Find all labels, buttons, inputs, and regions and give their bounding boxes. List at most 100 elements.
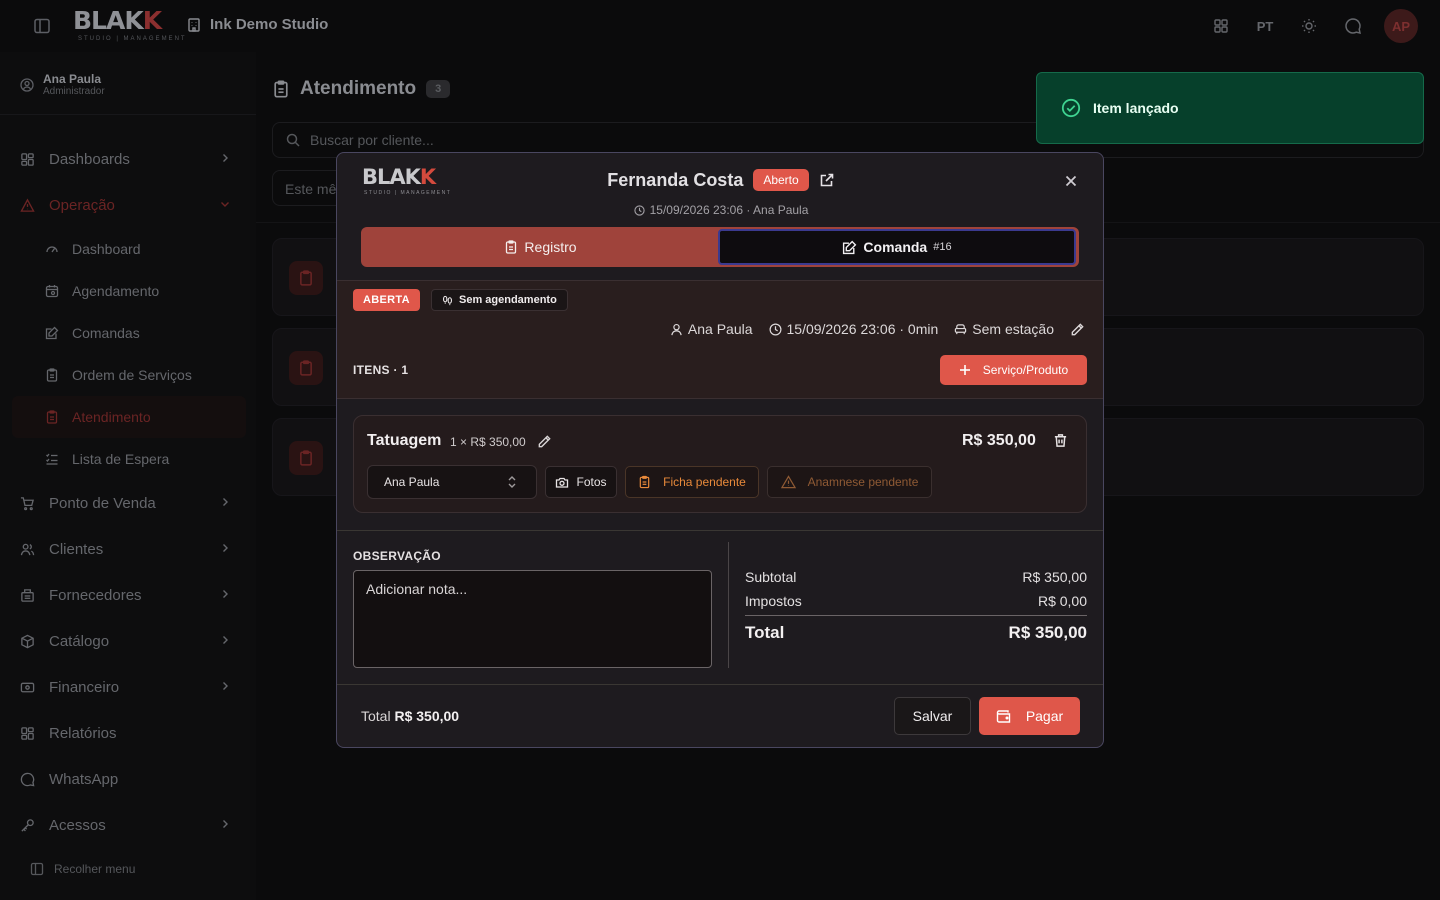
alert-triangle-icon [780,475,796,489]
building-icon [186,17,202,33]
chevron-right-icon [220,497,230,507]
clipboard-icon [272,80,290,98]
sidebar-item-whatsapp[interactable]: WhatsApp [0,756,256,802]
studio-selector[interactable]: Ink Demo Studio [186,16,328,33]
chevron-down-icon [220,199,230,209]
page-title-text: Atendimento [300,78,417,99]
chevron-right-icon [220,589,230,599]
item-name: Tatuagem [367,432,442,449]
divider [728,542,729,668]
ficha-pending-button[interactable]: Ficha pendente [625,466,759,498]
sidebar-subitem-comandas[interactable]: Comandas [0,312,256,354]
status-badge: Aberto [753,169,809,191]
sidebar-item-fornecedores[interactable]: Fornecedores [0,572,256,618]
tab-comanda[interactable]: Comanda #16 [718,229,1076,265]
subtotal-row: Subtotal R$ 350,00 [745,569,1087,585]
edit-note-icon [842,240,857,255]
apps-grid-icon[interactable] [1208,13,1234,39]
search-icon [286,133,300,147]
sidebar-subitem-dashboard[interactable]: Dashboard [0,228,256,270]
sidebar-subitem-label: Ordem de Serviços [72,367,192,383]
tab-registro[interactable]: Registro [361,227,720,267]
tab-label: Comanda [863,239,928,255]
sidebar-item-label: Operação [49,196,115,214]
chevron-right-icon [220,153,230,163]
search-placeholder: Buscar por cliente... [310,132,434,148]
sidebar-item-relatorios[interactable]: Relatórios [0,710,256,756]
grid-icon [20,726,35,741]
clock-icon [633,204,645,216]
artist-select[interactable]: Ana Paula [367,465,537,499]
footer-total: Total R$ 350,00 [361,708,459,724]
sidebar-toggle-icon[interactable] [33,17,51,35]
modal-subtitle: 15/09/2026 23:06 · Ana Paula [337,203,1103,217]
pay-button[interactable]: Pagar [979,697,1080,735]
sidebar-subitem-atendimento[interactable]: Atendimento [12,396,246,438]
calendar-icon [45,284,59,298]
comanda-info-section: ABERTA Sem agendamento Ana Paula 15/09/2… [337,280,1103,399]
sidebar-subitem-agendamento[interactable]: Agendamento [0,270,256,312]
taxes-label: Impostos [745,593,802,609]
sidebar-item-dashboards[interactable]: Dashboards [0,136,256,182]
avatar[interactable]: AP [1384,9,1418,43]
sidebar-subitem-label: Lista de Espera [72,451,170,467]
pencil-icon[interactable] [537,434,552,449]
user-name: Ana Paula [43,72,102,86]
toast-message: Item lançado [1093,100,1179,116]
total-value: R$ 350,00 [1008,623,1087,642]
schedule-badge: Sem agendamento [431,289,568,311]
user-role: Administrador [43,86,105,97]
clipboard-icon [504,240,518,254]
clipboard-icon [45,368,59,382]
list-icon [45,452,59,466]
footprints-icon [442,295,453,306]
grid-icon [20,152,35,167]
sidebar-item-acessos[interactable]: Acessos [0,802,256,848]
theme-sun-icon[interactable] [1296,13,1322,39]
sidebar-item-label: WhatsApp [49,770,119,788]
datetime-value: 15/09/2026 23:06 · 0min [786,321,939,337]
sidebar-item-label: Acessos [49,816,106,834]
sidebar-item-ponto-venda[interactable]: Ponto de Venda [0,480,256,526]
app-logo[interactable]: BLAKK [73,6,162,35]
clipboard-icon [289,441,323,475]
save-button[interactable]: Salvar [894,697,971,735]
sidebar-subitem-label: Atendimento [72,409,151,425]
pencil-icon[interactable] [1070,322,1085,337]
observation-textarea[interactable] [353,570,712,668]
sidebar-item-label: Fornecedores [49,586,142,604]
sidebar-subitem-ordem-servicos[interactable]: Ordem de Serviços [0,354,256,396]
sidebar-item-label: Dashboards [49,150,130,168]
add-service-product-button[interactable]: Serviço/Produto [940,355,1087,385]
anamnese-label: Anamnese pendente [807,475,919,489]
external-link-icon[interactable] [819,172,835,188]
professional-name: Ana Paula [687,321,753,337]
studio-name: Ink Demo Studio [210,16,329,33]
footer-total-label: Total [361,708,391,724]
divider [337,530,1103,531]
alert-triangle-icon [20,197,35,213]
sidebar-item-clientes[interactable]: Clientes [0,526,256,572]
sidebar-item-operacao[interactable]: Operação [0,182,256,228]
toast-notification: Item lançado [1036,72,1424,144]
close-icon[interactable] [1063,173,1079,189]
photos-label: Fotos [576,475,607,489]
trash-icon[interactable] [1053,433,1068,448]
anamnese-pending-button[interactable]: Anamnese pendente [767,466,932,498]
box-icon [20,634,35,649]
user-profile[interactable]: Ana Paula Administrador [20,72,105,97]
chat-icon [20,772,35,787]
language-button[interactable]: PT [1252,13,1278,39]
sidebar-item-catalogo[interactable]: Catálogo [0,618,256,664]
artist-select-value: Ana Paula [384,475,440,489]
sidebar-subitem-lista-espera[interactable]: Lista de Espera [0,438,256,480]
sidebar-item-financeiro[interactable]: Financeiro [0,664,256,710]
professional-info: Ana Paula [670,321,753,337]
sidebar-subitem-label: Comandas [72,325,140,341]
photos-button[interactable]: Fotos [545,466,617,498]
wallet-icon [20,680,35,695]
clipboard-icon [289,261,323,295]
clock-icon [769,323,782,336]
collapse-menu-button[interactable]: Recolher menu [30,862,135,876]
chat-icon[interactable] [1340,13,1366,39]
